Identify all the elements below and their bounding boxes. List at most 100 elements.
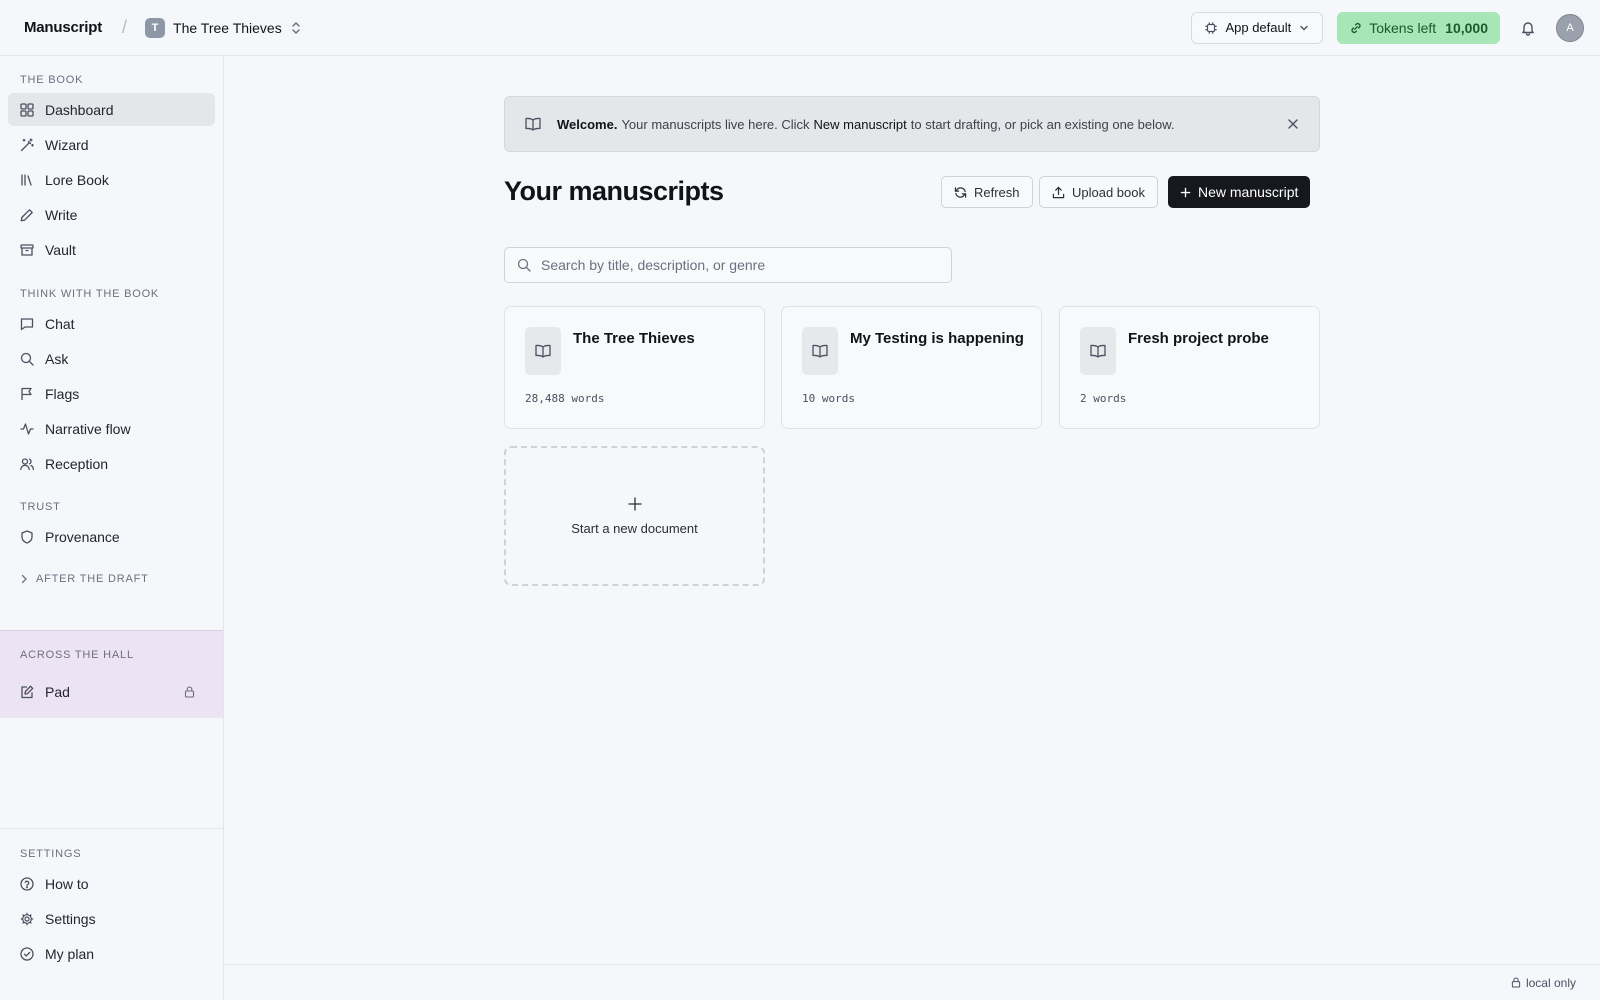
sidebar-item-label: How to	[45, 875, 89, 892]
sidebar-item-label: Chat	[45, 315, 75, 332]
storage-status: local only	[1525, 975, 1576, 990]
refresh-icon	[954, 186, 967, 199]
flag-icon	[20, 387, 34, 401]
lock-icon	[1511, 977, 1521, 988]
manuscript-word-count: 28,488 words	[525, 392, 605, 405]
refresh-label: Refresh	[974, 184, 1020, 200]
sidebar-item-label: Reception	[45, 455, 109, 472]
plus-icon	[1180, 187, 1191, 198]
open-book-icon	[535, 344, 551, 358]
sidebar-item-provenance[interactable]: Provenance	[8, 520, 215, 553]
sidebar-item-flags[interactable]: Flags	[8, 377, 215, 410]
sidebar-item-label: Provenance	[45, 528, 120, 545]
sidebar-item-lore-book[interactable]: Lore Book	[8, 163, 215, 196]
chevron-down-icon	[1298, 22, 1310, 34]
open-book-icon	[1090, 344, 1106, 358]
pencil-icon	[20, 208, 34, 222]
manuscript-thumbnail	[802, 327, 838, 375]
section-label-think: THINK WITH THE BOOK	[20, 288, 160, 300]
manuscript-word-count: 10 words	[802, 392, 855, 405]
sidebar-item-label: Flags	[45, 385, 80, 402]
manuscript-thumbnail	[525, 327, 561, 375]
main-content: Welcome. Your manuscripts live here. Cli…	[224, 56, 1600, 944]
sidebar-item-dashboard[interactable]: Dashboard	[8, 93, 215, 126]
grid-icon	[20, 102, 34, 117]
check-circle-icon	[20, 946, 34, 961]
project-switcher[interactable]: T The Tree Thieves	[145, 17, 302, 38]
model-selector-label: App default	[1225, 20, 1292, 35]
sidebar-item-ask[interactable]: Ask	[8, 342, 215, 375]
manuscript-title: My Testing is happening	[850, 330, 1024, 347]
manuscript-card[interactable]: Fresh project probe 2 words	[1059, 306, 1320, 429]
sidebar-item-label: Vault	[45, 241, 76, 258]
search-icon	[20, 352, 34, 366]
project-name: The Tree Thieves	[173, 19, 282, 36]
sidebar-item-label: Narrative flow	[45, 420, 131, 437]
welcome-link[interactable]: New manuscript	[814, 117, 907, 132]
help-circle-icon	[20, 876, 34, 891]
section-label-after-the-draft: AFTER THE DRAFT	[36, 573, 149, 585]
section-label-across-the-hall: ACROSS THE HALL	[20, 649, 134, 661]
sidebar-item-pad[interactable]: Pad	[8, 675, 215, 708]
sidebar-item-label: Wizard	[45, 136, 89, 153]
welcome-text-after: to start drafting, or pick an existing o…	[910, 116, 1175, 132]
shield-icon	[20, 529, 34, 544]
gear-icon	[20, 912, 34, 926]
archive-icon	[20, 243, 34, 257]
user-avatar[interactable]: A	[1556, 13, 1584, 42]
new-manuscript-button[interactable]: New manuscript	[1168, 176, 1311, 208]
sidebar-divider	[0, 828, 223, 829]
bell-icon[interactable]	[1520, 20, 1536, 36]
search-box[interactable]	[504, 247, 952, 283]
search-input[interactable]	[541, 257, 931, 273]
top-right-controls: App default Tokens left 10,000 A	[1191, 11, 1584, 44]
sidebar-item-my-plan[interactable]: My plan	[8, 937, 215, 970]
section-label-the-book: THE BOOK	[20, 74, 84, 86]
notepad-edit-icon	[20, 685, 34, 699]
manuscript-title: The Tree Thieves	[573, 330, 695, 347]
sidebar-item-chat[interactable]: Chat	[8, 307, 215, 340]
refresh-button[interactable]: Refresh	[941, 176, 1033, 208]
lock-icon	[184, 686, 195, 698]
upload-book-button[interactable]: Upload book	[1039, 176, 1158, 208]
new-manuscript-label: New manuscript	[1198, 184, 1299, 200]
sidebar-item-vault[interactable]: Vault	[8, 233, 215, 266]
manuscript-word-count: 2 words	[1080, 392, 1127, 405]
sidebar-item-how-to[interactable]: How to	[8, 867, 215, 900]
sidebar-item-label: Ask	[45, 350, 69, 367]
sidebar-item-settings[interactable]: Settings	[8, 902, 215, 935]
upload-label: Upload book	[1072, 184, 1145, 200]
app-brand[interactable]: Manuscript	[24, 19, 102, 36]
tokens-value: 10,000	[1445, 19, 1488, 36]
sidebar-item-label: Write	[45, 206, 78, 223]
manuscript-card[interactable]: The Tree Thieves 28,488 words	[504, 306, 765, 429]
page-title: Your manuscripts	[504, 176, 724, 206]
activity-icon	[20, 422, 34, 436]
top-bar: Manuscript / T The Tree Thieves App defa…	[0, 0, 1600, 56]
model-selector[interactable]: App default	[1191, 11, 1324, 44]
search-icon	[517, 258, 531, 272]
library-icon	[20, 173, 34, 187]
sidebar-item-write[interactable]: Write	[8, 198, 215, 231]
new-document-card[interactable]: Start a new document	[504, 446, 765, 586]
close-icon[interactable]	[1287, 118, 1299, 130]
chevron-right-icon	[20, 574, 28, 584]
sidebar-item-label: Settings	[45, 910, 96, 927]
across-the-hall-panel: ACROSS THE HALL Pad	[0, 630, 223, 718]
plus-icon	[627, 496, 642, 511]
new-document-label: Start a new document	[571, 520, 698, 536]
section-toggle-after-the-draft[interactable]: AFTER THE DRAFT	[20, 573, 149, 585]
section-label-trust: TRUST	[20, 501, 61, 513]
sidebar-item-narrative-flow[interactable]: Narrative flow	[8, 412, 215, 445]
sidebar-item-wizard[interactable]: Wizard	[8, 128, 215, 161]
magic-wand-icon	[20, 137, 34, 152]
sidebar-item-label: My plan	[45, 945, 95, 962]
breadcrumb-separator: /	[122, 17, 128, 37]
users-icon	[20, 457, 34, 471]
welcome-banner: Welcome. Your manuscripts live here. Cli…	[504, 96, 1320, 152]
sidebar-item-reception[interactable]: Reception	[8, 447, 215, 480]
section-label-settings: SETTINGS	[20, 848, 82, 860]
manuscript-card[interactable]: My Testing is happening 10 words	[781, 306, 1042, 429]
tokens-badge[interactable]: Tokens left 10,000	[1337, 11, 1500, 44]
chevron-up-down-icon	[290, 21, 302, 35]
